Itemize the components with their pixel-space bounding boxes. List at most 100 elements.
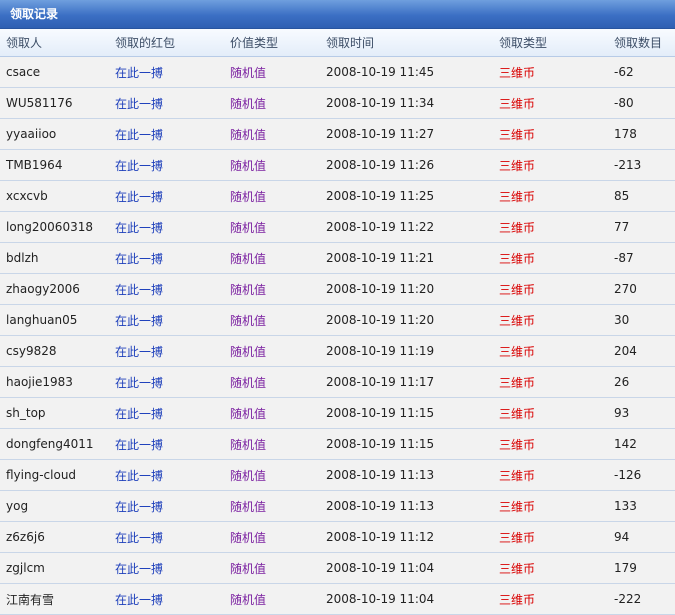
claim-time: 2008-10-19 11:20 <box>326 313 435 327</box>
red-packet-link-cell: 在此一搏 <box>115 374 230 391</box>
claim-time: 2008-10-19 11:45 <box>326 65 435 79</box>
value-type: 随机值 <box>230 313 267 328</box>
claimer-name: xcxcvb <box>6 189 48 203</box>
claim-amount-cell: 142 <box>614 437 675 451</box>
claim-amount-cell: 85 <box>614 189 675 203</box>
claim-type-cell: 三维币 <box>499 374 614 391</box>
red-packet-link-cell: 在此一搏 <box>115 126 230 143</box>
claim-time: 2008-10-19 11:13 <box>326 499 435 513</box>
table-row: haojie1983 在此一搏 随机值 2008-10-19 11:17 三维币 26 <box>0 367 675 398</box>
claim-time-cell: 2008-10-19 11:20 <box>326 313 499 327</box>
claim-type: 三维币 <box>499 189 536 204</box>
claim-type-cell: 三维币 <box>499 281 614 298</box>
claim-time-cell: 2008-10-19 11:13 <box>326 468 499 482</box>
red-packet-link[interactable]: 在此一搏 <box>115 252 163 266</box>
value-type-cell: 随机值 <box>230 126 326 143</box>
claim-amount-cell: 270 <box>614 282 675 296</box>
claim-amount: 94 <box>614 530 630 544</box>
value-type-cell: 随机值 <box>230 374 326 391</box>
red-packet-link-cell: 在此一搏 <box>115 64 230 81</box>
red-packet-link[interactable]: 在此一搏 <box>115 283 163 297</box>
claim-time-cell: 2008-10-19 11:15 <box>326 406 499 420</box>
claim-time-cell: 2008-10-19 11:22 <box>326 220 499 234</box>
table-row: zhaogy2006 在此一搏 随机值 2008-10-19 11:20 三维币 270 <box>0 274 675 305</box>
claimer-name-cell: zgjlcm <box>0 561 115 575</box>
claimer-name-cell: haojie1983 <box>0 375 115 389</box>
claimer-name-cell: bdlzh <box>0 251 115 265</box>
claim-time: 2008-10-19 11:34 <box>326 96 435 110</box>
red-packet-link-cell: 在此一搏 <box>115 343 230 360</box>
claim-amount: 270 <box>614 282 637 296</box>
claim-type-cell: 三维币 <box>499 126 614 143</box>
claimer-name-cell: yyaaiioo <box>0 127 115 141</box>
claimer-name: haojie1983 <box>6 375 73 389</box>
claim-amount: -87 <box>614 251 634 265</box>
table-row: zgjlcm 在此一搏 随机值 2008-10-19 11:04 三维币 179 <box>0 553 675 584</box>
red-packet-link[interactable]: 在此一搏 <box>115 438 163 452</box>
column-header-value-type: 价值类型 <box>230 36 279 50</box>
claim-amount: 77 <box>614 220 630 234</box>
red-packet-link[interactable]: 在此一搏 <box>115 159 163 173</box>
claim-time-cell: 2008-10-19 11:13 <box>326 499 499 513</box>
red-packet-link[interactable]: 在此一搏 <box>115 190 163 204</box>
red-packet-link[interactable]: 在此一搏 <box>115 562 163 576</box>
claim-type: 三维币 <box>499 468 536 483</box>
claim-amount: 204 <box>614 344 637 358</box>
claim-time-cell: 2008-10-19 11:27 <box>326 127 499 141</box>
red-packet-link[interactable]: 在此一搏 <box>115 407 163 421</box>
claim-amount: 133 <box>614 499 637 513</box>
claim-amount: 85 <box>614 189 630 203</box>
claim-type: 三维币 <box>499 220 536 235</box>
red-packet-link-cell: 在此一搏 <box>115 281 230 298</box>
claim-amount: 178 <box>614 127 637 141</box>
table-row: sh_top 在此一搏 随机值 2008-10-19 11:15 三维币 93 <box>0 398 675 429</box>
claim-amount-cell: 178 <box>614 127 675 141</box>
value-type: 随机值 <box>230 189 267 204</box>
claimer-name: bdlzh <box>6 251 39 265</box>
red-packet-link[interactable]: 在此一搏 <box>115 593 163 607</box>
claim-amount-cell: 94 <box>614 530 675 544</box>
red-packet-link[interactable]: 在此一搏 <box>115 97 163 111</box>
red-packet-link[interactable]: 在此一搏 <box>115 469 163 483</box>
claim-type: 三维币 <box>499 344 536 359</box>
value-type: 随机值 <box>230 561 267 576</box>
claimer-name-cell: TMB1964 <box>0 158 115 172</box>
red-packet-link[interactable]: 在此一搏 <box>115 128 163 142</box>
value-type-cell: 随机值 <box>230 591 326 608</box>
claim-amount-cell: -87 <box>614 251 675 265</box>
claim-time-cell: 2008-10-19 11:25 <box>326 189 499 203</box>
claimer-name: csy9828 <box>6 344 57 358</box>
value-type-cell: 随机值 <box>230 281 326 298</box>
claim-time-cell: 2008-10-19 11:12 <box>326 530 499 544</box>
claim-time: 2008-10-19 11:17 <box>326 375 435 389</box>
claim-type: 三维币 <box>499 96 536 111</box>
claimer-name-cell: langhuan05 <box>0 313 115 327</box>
table-row: csy9828 在此一搏 随机值 2008-10-19 11:19 三维币 204 <box>0 336 675 367</box>
claim-time: 2008-10-19 11:15 <box>326 406 435 420</box>
value-type-cell: 随机值 <box>230 498 326 515</box>
claimer-name-cell: sh_top <box>0 406 115 420</box>
red-packet-link[interactable]: 在此一搏 <box>115 221 163 235</box>
red-packet-link[interactable]: 在此一搏 <box>115 314 163 328</box>
claim-type: 三维币 <box>499 251 536 266</box>
claim-amount-cell: 133 <box>614 499 675 513</box>
claim-time: 2008-10-19 11:27 <box>326 127 435 141</box>
claimer-name: zhaogy2006 <box>6 282 80 296</box>
red-packet-link-cell: 在此一搏 <box>115 188 230 205</box>
claimer-name: yog <box>6 499 29 513</box>
claimer-name: yyaaiioo <box>6 127 57 141</box>
claim-amount-cell: 26 <box>614 375 675 389</box>
claimer-name: csace <box>6 65 41 79</box>
claim-time-cell: 2008-10-19 11:20 <box>326 282 499 296</box>
red-packet-link[interactable]: 在此一搏 <box>115 531 163 545</box>
red-packet-link[interactable]: 在此一搏 <box>115 345 163 359</box>
claim-time-cell: 2008-10-19 11:19 <box>326 344 499 358</box>
red-packet-link[interactable]: 在此一搏 <box>115 500 163 514</box>
value-type: 随机值 <box>230 406 267 421</box>
red-packet-link[interactable]: 在此一搏 <box>115 66 163 80</box>
table-body: csace 在此一搏 随机值 2008-10-19 11:45 三维币 -62 WU5811… <box>0 57 675 615</box>
table-row: flying-cloud 在此一搏 随机值 2008-10-19 11:13 三维币 -1… <box>0 460 675 491</box>
claim-type-cell: 三维币 <box>499 591 614 608</box>
red-packet-link[interactable]: 在此一搏 <box>115 376 163 390</box>
claim-type: 三维币 <box>499 375 536 390</box>
